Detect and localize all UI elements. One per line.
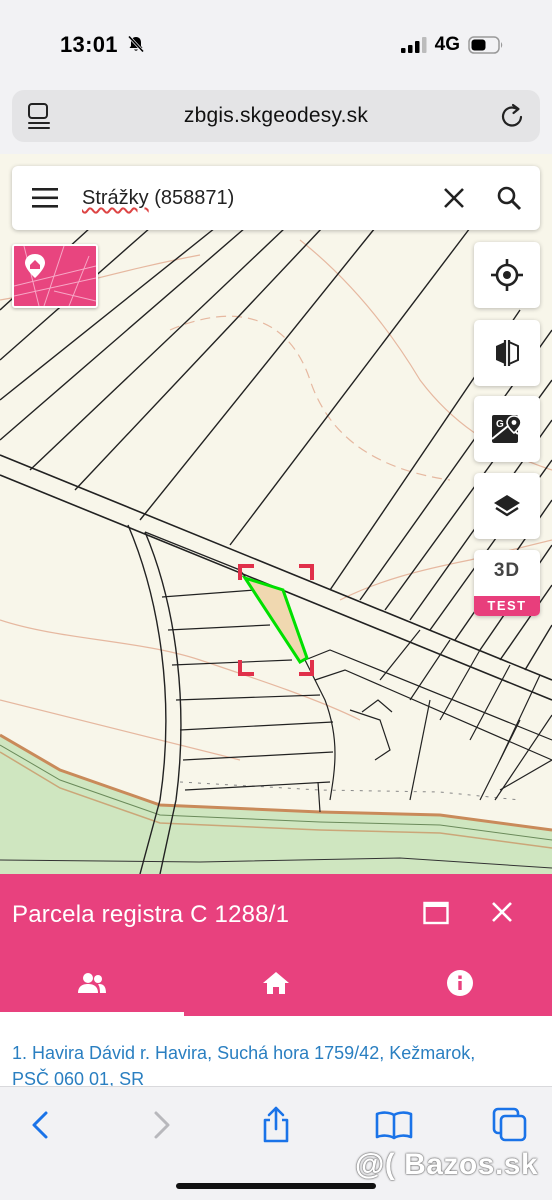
silent-mode-icon xyxy=(128,35,145,53)
search-input[interactable]: Strážky (858871) xyxy=(82,187,234,210)
close-icon[interactable] xyxy=(490,900,514,924)
gps-locate-icon xyxy=(491,259,523,291)
layers-button[interactable] xyxy=(474,473,540,539)
owner-line-1[interactable]: 1. Havira Dávid r. Havira, Suchá hora 17… xyxy=(12,1043,475,1063)
address-bar[interactable]: zbgis.skgeodesy.sk xyxy=(12,90,540,142)
info-icon xyxy=(447,970,473,996)
tab-info[interactable] xyxy=(368,950,552,1016)
back-icon[interactable] xyxy=(22,1105,62,1145)
compare-button[interactable] xyxy=(474,320,540,386)
watermark: @( Bazos.sk xyxy=(355,1148,539,1181)
search-box[interactable]: Strážky (858871) xyxy=(12,166,540,230)
owners-list: 1. Havira Dávid r. Havira, Suchá hora 17… xyxy=(0,1016,552,1086)
svg-text:G: G xyxy=(496,419,504,430)
menu-icon[interactable] xyxy=(32,188,58,208)
clear-search-icon[interactable] xyxy=(442,186,466,210)
people-icon xyxy=(78,973,106,993)
maximize-icon[interactable] xyxy=(423,901,449,925)
share-icon[interactable] xyxy=(256,1105,296,1145)
owner-item[interactable]: 1. Havira Dávid r. Havira, Suchá hora 17… xyxy=(12,1040,542,1086)
parcel-title: Parcela registra C 1288/1 xyxy=(12,901,290,928)
owner-line-2[interactable]: PSČ 060 01, SR xyxy=(12,1069,144,1086)
forest-strip xyxy=(0,735,552,874)
search-query-code: (858871) xyxy=(148,187,235,209)
home-icon xyxy=(263,972,289,994)
cellular-signal-icon xyxy=(400,37,427,53)
search-icon[interactable] xyxy=(496,185,522,211)
google-map-icon: G xyxy=(491,415,522,443)
map-view[interactable]: Strážky (858871) G 3D TEST xyxy=(0,154,552,874)
test-badge: TEST xyxy=(474,596,540,616)
tabs-icon[interactable] xyxy=(490,1105,530,1145)
time-text: 13:01 xyxy=(60,32,118,57)
status-time: 13:01 xyxy=(60,32,146,58)
tab-owners[interactable] xyxy=(0,950,184,1016)
3d-label: 3D xyxy=(493,560,521,581)
battery-icon xyxy=(468,36,503,54)
reload-icon[interactable] xyxy=(500,102,526,130)
selected-parcel xyxy=(241,575,309,665)
3d-test-button[interactable]: 3D TEST xyxy=(474,550,540,616)
status-bar: 13:01 4G xyxy=(0,0,552,86)
home-indicator xyxy=(176,1183,376,1189)
page-menu-icon[interactable] xyxy=(26,102,52,130)
forward-icon[interactable] xyxy=(140,1105,180,1145)
locate-button[interactable] xyxy=(474,242,540,308)
browser-toolbar: zbgis.skgeodesy.sk xyxy=(0,86,552,154)
tab-building[interactable] xyxy=(184,950,368,1016)
bookmarks-icon[interactable] xyxy=(374,1105,414,1145)
basemap-switcher[interactable] xyxy=(12,244,98,308)
parcel-panel: Parcela registra C 1288/1 xyxy=(0,874,552,1016)
network-type: 4G xyxy=(434,34,460,55)
url-text[interactable]: zbgis.skgeodesy.sk xyxy=(184,104,368,128)
google-maps-button[interactable]: G xyxy=(474,396,540,462)
compare-icon xyxy=(496,340,519,366)
layers-icon xyxy=(494,495,520,517)
basemap-thumbnail-icon xyxy=(14,246,96,306)
search-query: Strážky xyxy=(82,187,149,209)
